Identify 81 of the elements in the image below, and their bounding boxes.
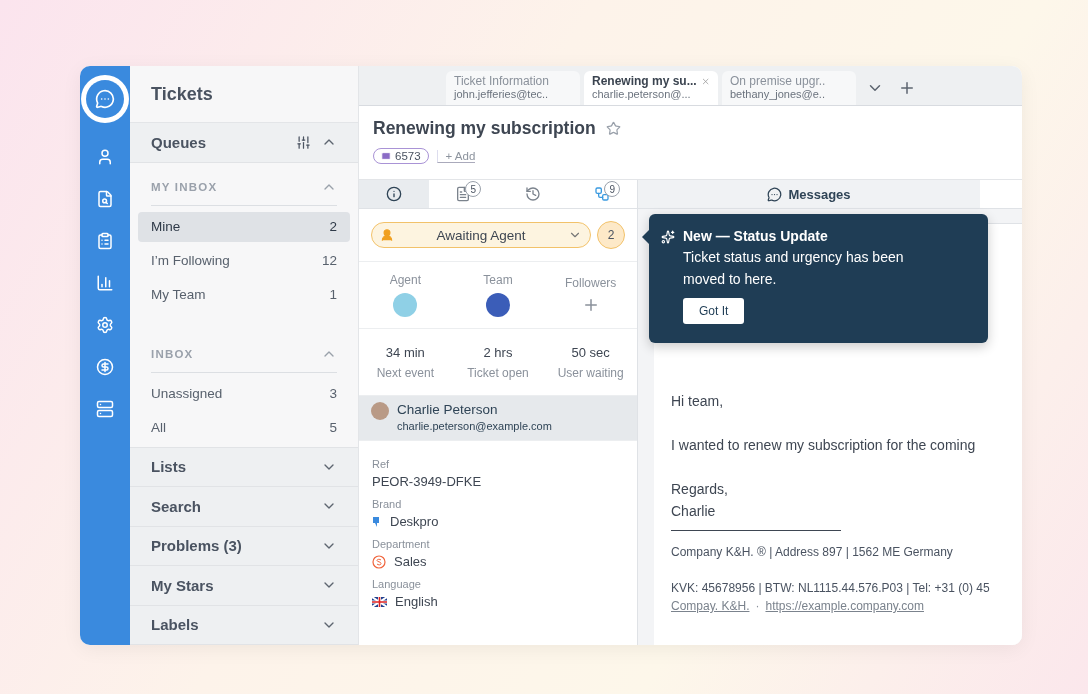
avatar — [393, 293, 418, 317]
urgency-button[interactable]: 2 — [597, 221, 625, 249]
clipboard-icon — [96, 232, 114, 250]
field-value: English — [395, 594, 438, 609]
status-dropdown[interactable]: Awaiting Agent — [371, 222, 591, 248]
email-text: I wanted to renew my subscription for the coming — [671, 436, 977, 455]
user-name: Charlie Peterson — [397, 402, 499, 417]
group-label: MY INBOX — [151, 180, 218, 193]
history-icon — [524, 186, 541, 202]
count-badge: 9 — [604, 181, 621, 197]
timer-value: 2 hrs — [483, 344, 513, 360]
bar-chart-icon — [96, 274, 114, 292]
field-value: PEOR-3949-DFKE — [372, 474, 482, 489]
document-icon — [455, 186, 472, 202]
queue-item[interactable]: My Team 1 — [138, 279, 350, 310]
flag-icon — [372, 596, 387, 607]
field-value: Deskpro — [390, 514, 439, 529]
plus-icon — [898, 79, 916, 97]
group-label: INBOX — [151, 347, 194, 360]
queue-item[interactable]: Unassigned 3 — [138, 378, 350, 409]
info-tab[interactable] — [359, 180, 429, 208]
tooltip-title: New — Status Update — [683, 228, 829, 244]
sparkle-icon — [661, 230, 675, 244]
ticket-tab[interactable]: Renewing my su... charlie.peterson@... — [584, 71, 718, 105]
got-it-button[interactable]: Got It — [683, 298, 745, 324]
user-avatar — [371, 402, 389, 420]
queue-item[interactable]: All 5 — [138, 412, 350, 443]
star-icon[interactable] — [605, 121, 621, 136]
section-header[interactable]: Lists — [130, 447, 358, 487]
server-icon — [96, 400, 114, 418]
filter-icon[interactable] — [296, 134, 311, 150]
linked-icon — [594, 186, 611, 202]
ticket-title: Renewing my subscription — [373, 118, 596, 139]
people-label: Followers — [564, 276, 617, 290]
email-text: Hi team, — [671, 392, 725, 411]
field-label: Language — [372, 578, 422, 590]
field-value: Sales — [394, 554, 427, 569]
brand-logo-icon — [372, 515, 382, 528]
email-link[interactable]: Compay. K&H. — [671, 599, 750, 613]
person-icon — [380, 228, 394, 242]
link-separator: · — [755, 599, 760, 613]
chat-icon — [95, 89, 115, 109]
timer-label: Next event — [376, 365, 434, 380]
tooltip-text: Ticket status and urgency has been moved to here. — [683, 248, 905, 289]
count-badge: 5 — [465, 181, 482, 197]
section-header[interactable]: Labels — [130, 605, 358, 645]
email-footer: Company K&H. ® | Address 897 | 1562 ME Germany — [671, 545, 1022, 559]
email-text: Regards, — [671, 480, 729, 499]
email-footer: KVK: 45678956 | BTW: NL1115.44.576.P03 | Tel: +31 (0) 45 — [671, 581, 1022, 595]
dollar-icon — [96, 358, 114, 376]
queues-header[interactable]: Queues — [130, 123, 358, 163]
field-label: Ref — [372, 458, 391, 470]
envelope-icon — [381, 151, 391, 161]
timer-value: 50 sec — [571, 344, 610, 360]
document-search-icon — [96, 190, 114, 208]
ticket-tab[interactable]: Ticket Information john.jefferies@tec.. — [446, 71, 580, 105]
chat-icon — [767, 186, 783, 202]
user-card[interactable]: Charlie Peterson charlie.peterson@example.com — [359, 396, 637, 441]
people-label: Team — [483, 273, 513, 287]
dollar-icon — [372, 554, 386, 569]
queue-item[interactable]: Mine 2 — [138, 211, 350, 242]
messages-tab[interactable]: Messages — [638, 180, 980, 208]
email-text: Charlie — [671, 502, 717, 521]
timer-value: 34 min — [385, 344, 425, 360]
section-header[interactable]: Search — [130, 487, 358, 527]
queue-item[interactable]: I’m Following 12 — [138, 245, 350, 276]
settings-icon — [96, 316, 114, 334]
field-label: Brand — [372, 498, 403, 510]
user-email: charlie.peterson@example.com — [397, 420, 552, 432]
timer-label: User waiting — [557, 365, 624, 380]
ticket-tab[interactable]: On premise upgr.. bethany_jones@e.. — [722, 71, 856, 105]
section-header[interactable]: Problems (3) — [130, 526, 358, 566]
section-header[interactable]: My Stars — [130, 566, 358, 606]
new-tab-button[interactable] — [898, 79, 916, 97]
team-avatar — [486, 293, 510, 317]
field-label: Department — [372, 538, 431, 550]
info-icon — [385, 186, 402, 202]
email-link[interactable]: https://example.company.com — [765, 599, 924, 613]
people-label: Agent — [389, 273, 421, 287]
person-icon — [96, 148, 114, 166]
timer-label: Ticket open — [467, 365, 529, 380]
